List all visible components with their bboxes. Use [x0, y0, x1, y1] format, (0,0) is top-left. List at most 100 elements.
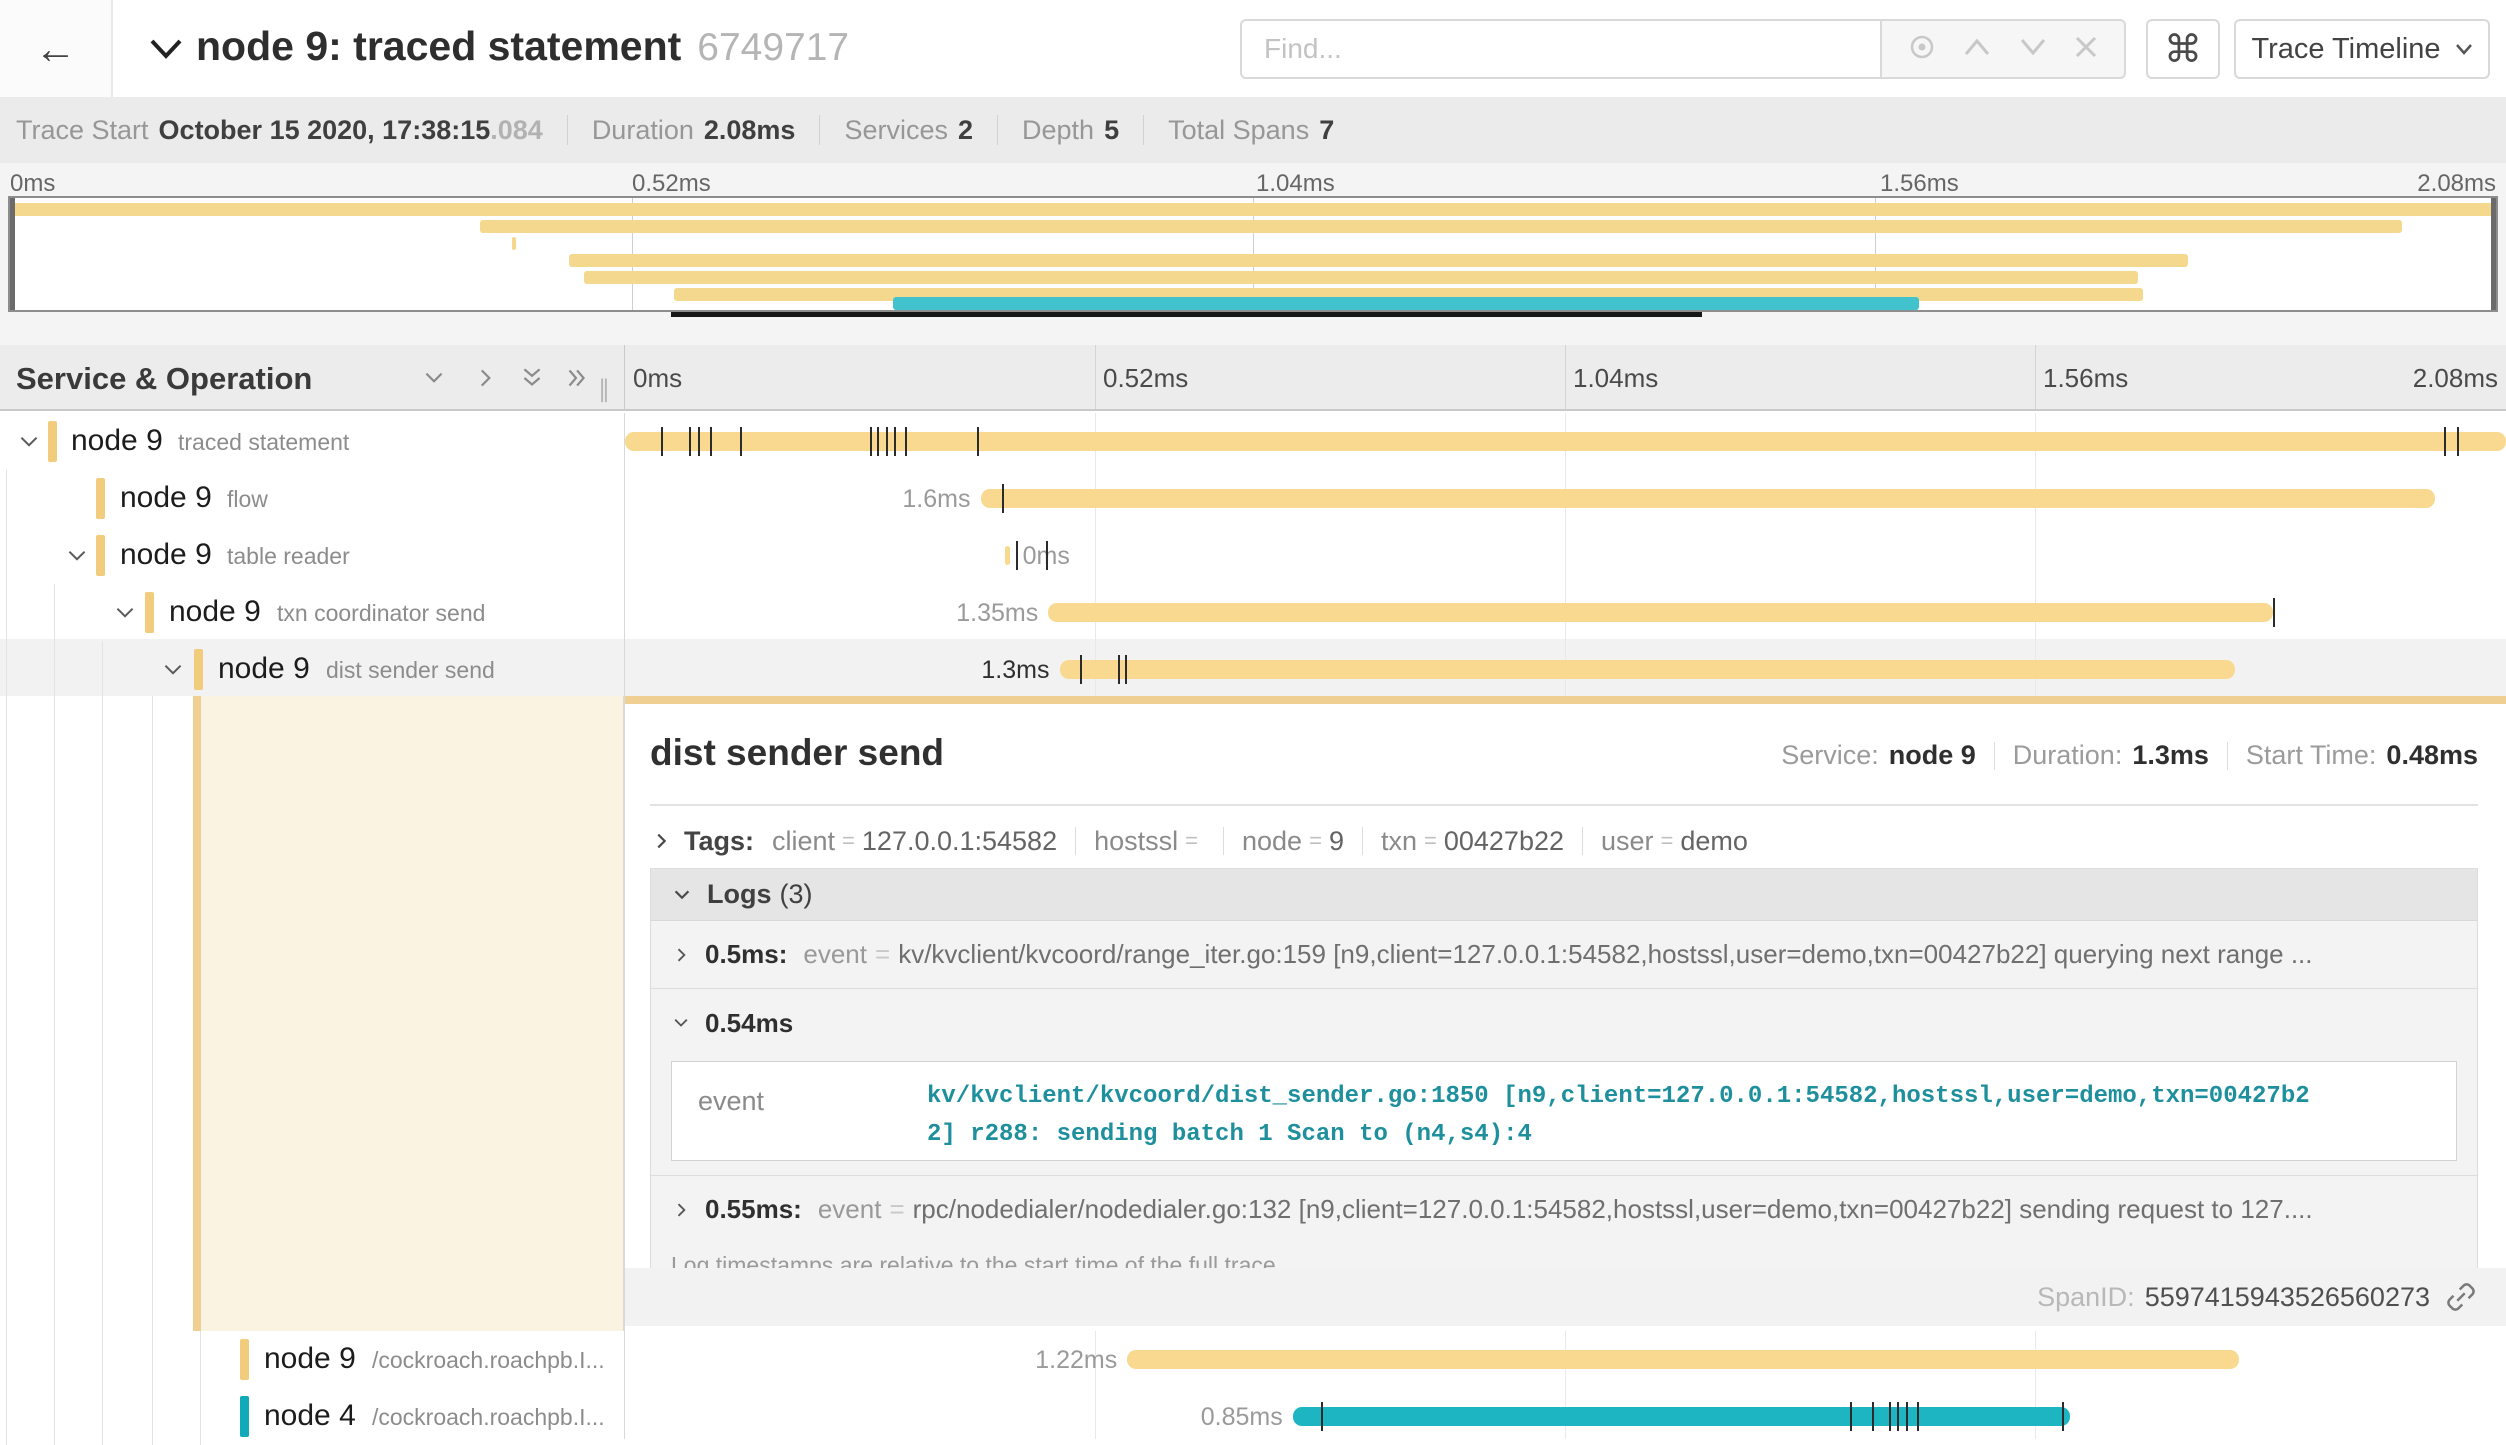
tags-toggle[interactable]: Tags: client=127.0.0.1:54582 hostssl= no…	[650, 818, 2478, 864]
service-color-swatch	[194, 649, 203, 690]
minimap-tick: 0.52ms	[632, 170, 711, 198]
span-name-flow[interactable]: node 9 flow	[0, 470, 624, 527]
expand-all-icon[interactable]	[562, 365, 590, 391]
minimap-span	[480, 220, 2402, 233]
back-button[interactable]: ←	[0, 0, 113, 97]
collapse-trace-chevron-icon[interactable]	[148, 36, 184, 62]
log-entry-2-toggle[interactable]: 0.54ms	[651, 989, 2477, 1057]
span-bar[interactable]	[981, 489, 2435, 508]
depth-value: 5	[1104, 115, 1119, 146]
chevron-down-icon[interactable]	[160, 657, 186, 683]
detail-span-title: dist sender send	[650, 732, 944, 774]
ruler-gridline	[2035, 345, 2036, 409]
chevron-down-icon[interactable]	[112, 600, 138, 626]
operation-name: /cockroach.roachpb.I...	[372, 1347, 605, 1374]
total-spans-label: Total Spans	[1168, 115, 1309, 146]
span-row: node 9 /cockroach.roachpb.I... 1.22ms	[0, 1331, 2506, 1388]
operation-name: /cockroach.roachpb.I...	[372, 1404, 605, 1431]
minimap-tick: 1.04ms	[1256, 170, 1335, 198]
find-input[interactable]	[1240, 19, 1880, 79]
detail-left-column	[0, 696, 624, 1331]
find-controls	[1880, 19, 2126, 79]
span-bar[interactable]	[1127, 1350, 2239, 1369]
span-name-txn-coordinator-send[interactable]: node 9 txn coordinator send	[0, 584, 624, 641]
trace-start-label: Trace Start	[16, 115, 149, 146]
log-entry-2-detail: event kv/kvclient/kvcoord/dist_sender.go…	[651, 1057, 2477, 1175]
span-bar-cell: 1.6ms	[625, 470, 2506, 527]
span-bar[interactable]	[1048, 603, 2273, 622]
span-bar-cell	[625, 413, 2506, 470]
keyboard-shortcuts-button[interactable]: ⌘	[2146, 19, 2220, 79]
ruler-tick: 0.52ms	[1103, 363, 1188, 394]
minimap-span	[584, 271, 2138, 284]
log-entry-3[interactable]: 0.55ms: event= rpc/nodedialer/nodedialer…	[651, 1175, 2477, 1243]
span-name-table-reader[interactable]: node 9 table reader	[0, 527, 624, 584]
locate-icon[interactable]	[1907, 32, 1937, 67]
find-prev-icon[interactable]	[1962, 36, 1992, 63]
detail-content: dist sender send Service:node 9 Duration…	[625, 696, 2506, 1331]
span-name-traced-statement[interactable]: node 9 traced statement	[0, 413, 624, 470]
divider	[1143, 115, 1144, 145]
find-next-icon[interactable]	[2018, 36, 2048, 63]
collapse-one-icon[interactable]	[420, 365, 448, 391]
column-resizer[interactable]: ∥	[598, 375, 612, 404]
ruler-tick: 2.08ms	[2413, 363, 2498, 394]
minimap-left-handle[interactable]	[10, 198, 15, 310]
chevron-down-icon[interactable]	[16, 429, 42, 455]
trace-start-value: October 15 2020, 17:38:15	[159, 115, 491, 146]
service-name: node 9	[120, 538, 212, 572]
logs-toggle[interactable]: Logs(3)	[651, 869, 2477, 921]
expand-one-icon[interactable]	[472, 365, 498, 391]
ruler-gridline	[1565, 345, 1566, 409]
total-spans-value: 7	[1319, 115, 1334, 146]
service-name: node 9	[218, 652, 310, 686]
chevron-down-icon[interactable]	[64, 543, 90, 569]
span-bar[interactable]	[1005, 546, 1010, 565]
span-bar[interactable]	[1293, 1407, 2070, 1426]
span-name-dist-sender-send[interactable]: node 9 dist sender send	[0, 641, 624, 698]
minimap-span	[512, 237, 516, 250]
service-color-swatch	[240, 1339, 249, 1380]
depth-label: Depth	[1022, 115, 1094, 146]
trace-start-fraction: .084	[490, 115, 543, 146]
minimap-tick: 2.08ms	[2417, 170, 2496, 198]
span-bar-cell: 1.22ms	[625, 1331, 2506, 1388]
service-color-swatch	[240, 1396, 249, 1437]
minimap-right-handle[interactable]	[2491, 198, 2496, 310]
name-column-header: Service & Operation ∥	[0, 345, 625, 409]
trace-view-selector[interactable]: Trace Timeline	[2234, 19, 2490, 79]
operation-name: dist sender send	[326, 657, 495, 684]
timeline-minimap: 0ms 0.52ms 1.04ms 1.56ms 2.08ms	[0, 163, 2506, 345]
find-clear-icon[interactable]	[2073, 34, 2099, 65]
minimap-span	[569, 254, 2187, 267]
span-detail-panel: dist sender send Service:node 9 Duration…	[0, 696, 2506, 1331]
minimap-scrollbar[interactable]	[671, 312, 1702, 317]
span-rows: node 9 traced statement node 9 flow 1.6m…	[0, 413, 2506, 1439]
span-name-roachpb-batch-n9[interactable]: node 9 /cockroach.roachpb.I...	[0, 1331, 624, 1388]
divider	[997, 115, 998, 145]
minimap-span	[893, 297, 1920, 310]
key-value-table: event kv/kvclient/kvcoord/dist_sender.go…	[671, 1061, 2457, 1161]
span-name-roachpb-batch-n4[interactable]: node 4 /cockroach.roachpb.I...	[0, 1388, 624, 1445]
minimap-tick: 0ms	[10, 170, 55, 198]
grid-header: Service & Operation ∥ 0ms 0.52ms 1.04ms …	[0, 345, 2506, 411]
span-duration-label: 1.3ms	[981, 656, 1049, 685]
span-color-accent	[193, 696, 201, 1331]
copy-link-icon[interactable]	[2446, 1282, 2476, 1312]
service-name: node 4	[264, 1399, 356, 1433]
minimap-tick: 1.56ms	[1880, 170, 1959, 198]
span-id-bar: SpanID: 5597415943526560273	[625, 1268, 2506, 1326]
logs-section: Logs(3) 0.5ms: event= kv/kvclient/kvcoor…	[650, 868, 2478, 1288]
services-value: 2	[958, 115, 973, 146]
collapse-all-icon[interactable]	[518, 365, 546, 391]
service-name: node 9	[169, 595, 261, 629]
log-field-value: kv/kvclient/kvcoord/dist_sender.go:1850 …	[927, 1062, 2327, 1160]
ruler-tick: 1.04ms	[1573, 363, 1658, 394]
span-row: node 9 table reader 0ms	[0, 527, 2506, 584]
span-bar[interactable]	[1060, 660, 2236, 679]
divider	[567, 115, 568, 145]
minimap-canvas[interactable]	[8, 196, 2498, 312]
divider	[650, 804, 2478, 806]
service-color-swatch	[96, 478, 105, 519]
log-entry-1[interactable]: 0.5ms: event= kv/kvclient/kvcoord/range_…	[651, 921, 2477, 989]
